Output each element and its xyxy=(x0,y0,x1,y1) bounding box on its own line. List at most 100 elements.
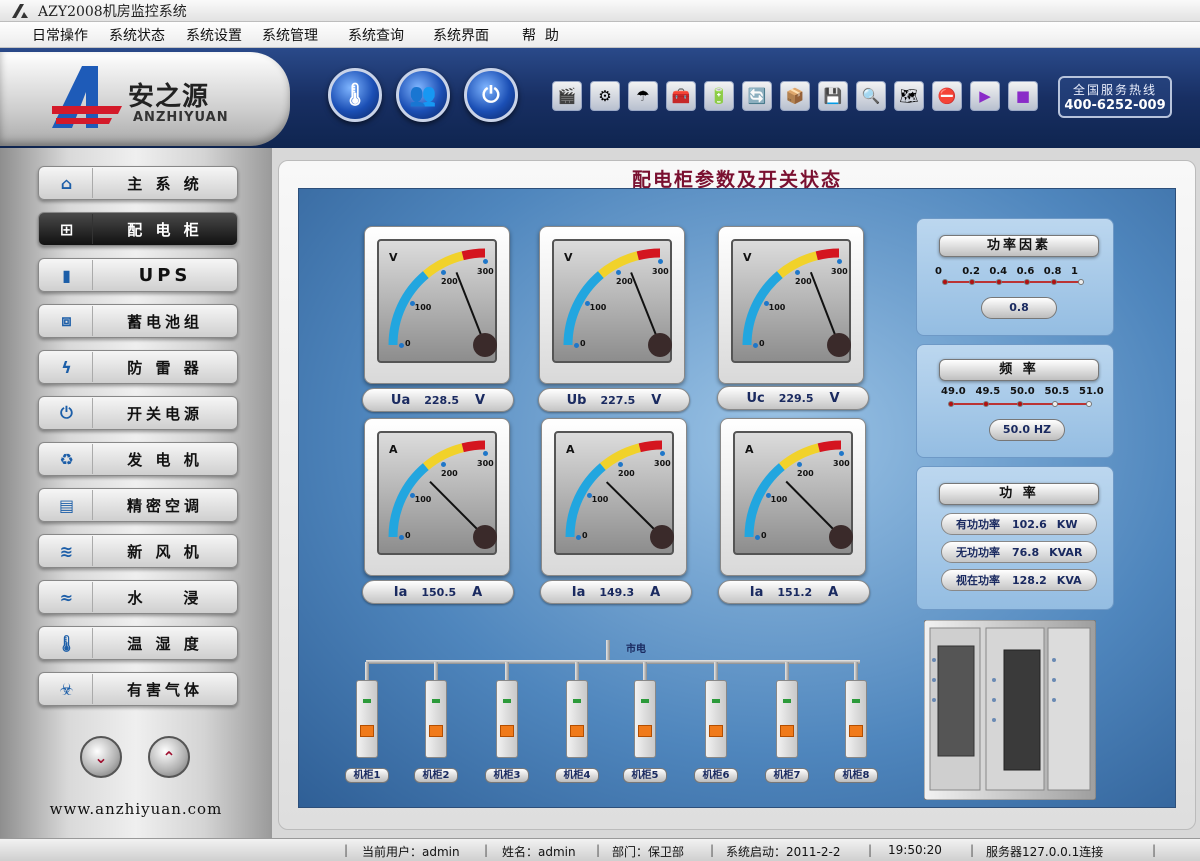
scale-marker xyxy=(948,401,954,407)
scale-marker xyxy=(982,401,989,407)
menu-daily-ops[interactable]: 日常操作 xyxy=(32,25,88,45)
sidebar-item-label: 有害气体 xyxy=(126,680,203,699)
scale-marker xyxy=(1023,279,1030,285)
sidebar-item-temp-humidity[interactable]: 🌡 温 湿 度 xyxy=(38,626,238,660)
menu-system-management[interactable]: 系统管理 xyxy=(262,25,318,45)
weather-icon: ☂ xyxy=(636,87,650,105)
gauge-readout-name: Ub xyxy=(566,392,587,408)
sidebar-item-label: 防 雷 器 xyxy=(127,358,203,377)
gauge-tick-label: 300 xyxy=(652,267,669,276)
cabinet-image xyxy=(924,620,1096,800)
gauge-tick-dot xyxy=(660,451,665,456)
breaker-feed-line xyxy=(505,662,509,682)
power-icon: ⏻ xyxy=(482,82,500,108)
clapper-tool[interactable]: 🎬 xyxy=(552,81,582,111)
sidebar-item-water-leak[interactable]: ≈ 水 浸 xyxy=(38,580,238,614)
breaker-feed-line xyxy=(785,662,789,682)
gauge-tick-dot xyxy=(574,343,579,348)
temperature-button[interactable]: 🌡 xyxy=(328,68,382,122)
gauge-unit: V xyxy=(564,251,573,264)
cabinet-label: 机柜4 xyxy=(555,768,599,783)
search-tool[interactable]: 🔍 xyxy=(856,81,886,111)
sidebar-item-precision-ac[interactable]: ▤ 精密空调 xyxy=(38,488,238,522)
breaker-switch xyxy=(500,725,514,737)
toolbox-icon: 🧰 xyxy=(671,87,691,105)
status-separator: | xyxy=(710,843,715,857)
circuit-breaker-4[interactable] xyxy=(566,680,588,758)
gauge-readout-name: Ia xyxy=(393,584,408,600)
record-tool[interactable]: ■ xyxy=(1008,81,1038,111)
breaker-feed-line xyxy=(643,662,647,682)
sidebar-item-harmful-gas[interactable]: ☣ 有害气体 xyxy=(38,672,238,706)
play-tool[interactable]: ▶ xyxy=(970,81,1000,111)
menu-system-status[interactable]: 系统状态 xyxy=(109,25,165,45)
gauge-readout: Ua 228.5 V xyxy=(362,388,514,412)
map-tool[interactable]: 🗺 xyxy=(894,81,924,111)
menu-system-interface[interactable]: 系统界面 xyxy=(433,25,489,45)
circuit-breaker-6[interactable] xyxy=(705,680,727,758)
sidebar-item-label: 主 系 统 xyxy=(127,174,203,193)
stop-tool[interactable]: ⛔ xyxy=(932,81,962,111)
sidebar-item-ups[interactable]: ▮ UPS xyxy=(38,258,238,292)
frequency-card: 频 率 49.0 49.5 50.0 50.5 51.0 50.0 HZ xyxy=(916,344,1114,458)
sidebar-item-main-system[interactable]: ⌂ 主 系 统 xyxy=(38,166,238,200)
sidebar-item-distribution-cabinet[interactable]: ⊞ 配 电 柜 xyxy=(38,212,238,246)
power-factor-title: 功率因素 xyxy=(939,235,1099,257)
gauge-readout-value: 228.5 xyxy=(424,393,460,407)
water-icon: ≈ xyxy=(41,582,93,612)
circuit-breaker-2[interactable] xyxy=(425,680,447,758)
power-button[interactable]: ⏻ xyxy=(464,68,518,122)
menu-system-query[interactable]: 系统查询 xyxy=(348,25,404,45)
reactive-power-value: 76.8 xyxy=(1012,545,1040,559)
chevron-down-icon: ⌄ xyxy=(94,747,108,767)
menu-system-settings[interactable]: 系统设置 xyxy=(186,25,242,45)
status-bar: | 当前用户：admin | 姓名：admin | 部门：保卫部 | 系统启动：… xyxy=(0,838,1200,861)
battery-tool[interactable]: 🔋 xyxy=(704,81,734,111)
users-button[interactable]: 👥 xyxy=(396,68,450,122)
scale-marker xyxy=(969,279,976,285)
sidebar-item-generator[interactable]: ♻ 发 电 机 xyxy=(38,442,238,476)
circuit-breaker-8[interactable] xyxy=(845,680,867,758)
status-system-start: 系统启动：2011-2-2 xyxy=(726,845,841,859)
scale-marker xyxy=(1017,401,1023,407)
save-icon: 💾 xyxy=(823,87,843,105)
circuit-breaker-3[interactable] xyxy=(496,680,518,758)
tools-tool[interactable]: 🧰 xyxy=(666,81,696,111)
sidebar-item-battery[interactable]: ⧈ 蓄电池组 xyxy=(38,304,238,338)
gauge-readout-value: 227.5 xyxy=(600,393,636,407)
menu-bar: 日常操作 系统状态 系统设置 系统管理 系统查询 系统界面 帮 助 xyxy=(0,22,1200,48)
gauge-voltage-1: V 0 100 200 300 xyxy=(364,226,510,384)
sidebar-item-fresh-air[interactable]: ≋ 新 风 机 xyxy=(38,534,238,568)
package-tool[interactable]: 📦 xyxy=(780,81,810,111)
menu-help[interactable]: 帮 助 xyxy=(522,25,559,45)
gauge-tick-dot xyxy=(399,535,404,540)
status-server: 服务器127.0.0.1连接 xyxy=(986,845,1104,859)
gauge-tick-label: 100 xyxy=(768,303,786,312)
gauge-readout-unit: V xyxy=(475,392,486,408)
gauge-readout: Ia 150.5 A xyxy=(362,580,514,604)
circuit-breaker-7[interactable] xyxy=(776,680,798,758)
gauge-readout-value: 150.5 xyxy=(421,585,457,599)
power-card: 功 率 有功功率 102.6 KW 无功功率 76.8 KVAR 视在功率 128.2 KV… xyxy=(916,466,1114,610)
gauge-unit: V xyxy=(389,251,398,264)
cabinet-label: 机柜1 xyxy=(345,768,389,783)
circuit-breaker-1[interactable] xyxy=(356,680,378,758)
gauge-unit: A xyxy=(566,443,575,456)
sync-tool[interactable]: 🔄 xyxy=(742,81,772,111)
gauge-readout-unit: A xyxy=(828,584,839,600)
sidebar-item-surge-protector[interactable]: ϟ防 雷 器 xyxy=(38,350,238,384)
gauge-tick-label: 0 xyxy=(582,531,588,540)
power-factor-value: 0.8 xyxy=(981,297,1057,319)
gauge-tick-label: 0 xyxy=(405,531,411,540)
circuit-breaker-5[interactable] xyxy=(634,680,656,758)
settings-tool[interactable]: ⚙ xyxy=(590,81,620,111)
scroll-down-button[interactable]: ⌄ xyxy=(80,736,122,778)
weather-tool[interactable]: ☂ xyxy=(628,81,658,111)
sidebar-item-switch-power[interactable]: ⏻ 开关电源 xyxy=(38,396,238,430)
power-icon: ⏻ xyxy=(41,398,93,428)
scroll-up-button[interactable]: ⌃ xyxy=(148,736,190,778)
save-tool[interactable]: 💾 xyxy=(818,81,848,111)
gauge-tick-label: 300 xyxy=(477,267,494,276)
stop-square-icon: ■ xyxy=(1015,87,1031,105)
gauge-current-1: A 0 100 200 300 xyxy=(364,418,510,576)
